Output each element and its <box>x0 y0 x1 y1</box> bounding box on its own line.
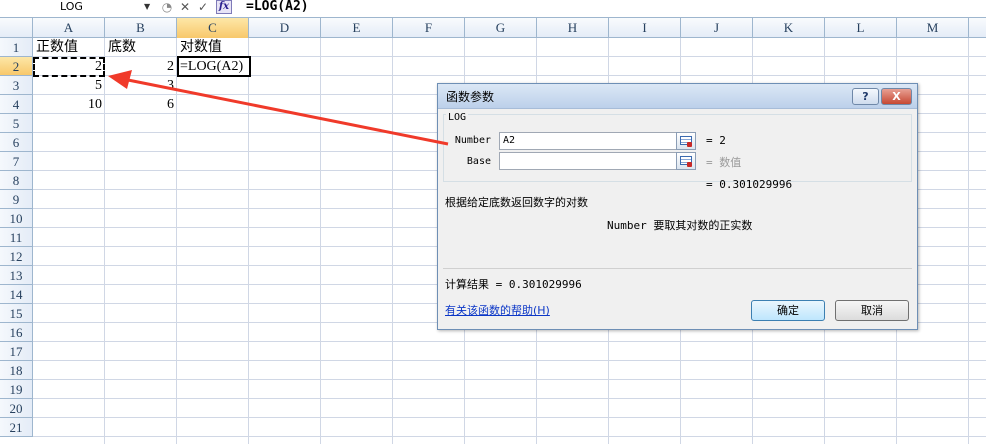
column-header-m[interactable]: M <box>897 18 969 38</box>
column-header-e[interactable]: E <box>321 18 393 38</box>
formula-result-preview: = 0.301029996 <box>706 178 793 191</box>
column-header-j[interactable]: J <box>681 18 753 38</box>
argument-description: Number 要取其对数的正实数 <box>607 219 753 232</box>
function-description: 根据给定底数返回数字的对数 <box>445 196 588 209</box>
row-header-16[interactable]: 16 <box>0 323 33 342</box>
row-header-15[interactable]: 15 <box>0 304 33 323</box>
row-header-2[interactable]: 2 <box>0 57 33 76</box>
number-arg-label: Number <box>454 135 491 146</box>
cell-a3[interactable]: 5 <box>33 76 105 95</box>
row-header-5[interactable]: 5 <box>0 114 33 133</box>
row-header-4[interactable]: 4 <box>0 95 33 114</box>
cell-b2[interactable]: 2 <box>105 57 177 76</box>
formula-bar-divider-icon: ◔ <box>161 0 173 14</box>
column-header-i[interactable]: I <box>609 18 681 38</box>
column-header-f[interactable]: F <box>393 18 465 38</box>
calculation-result: 计算结果 = 0.301029996 <box>445 278 582 291</box>
number-arg-input[interactable]: A2 <box>499 132 695 150</box>
column-header-g[interactable]: G <box>465 18 537 38</box>
cell-b4[interactable]: 6 <box>105 95 177 114</box>
row-header-20[interactable]: 20 <box>0 399 33 418</box>
function-arguments-dialog: 函数参数 ? X LOG Number A2 = 2 Base = 数值 = 0… <box>437 83 918 330</box>
dialog-title: 函数参数 <box>446 90 495 104</box>
number-arg-value: = 2 <box>706 134 726 147</box>
row-header-1[interactable]: 1 <box>0 38 33 57</box>
dialog-title-bar[interactable]: 函数参数 ? X <box>438 84 917 109</box>
dialog-divider <box>443 268 912 269</box>
cell-c1[interactable]: 对数值 <box>177 38 249 57</box>
row-header-13[interactable]: 13 <box>0 266 33 285</box>
cancel-entry-icon[interactable]: ✕ <box>178 0 192 15</box>
active-cell-border <box>177 56 251 77</box>
row-header-19[interactable]: 19 <box>0 380 33 399</box>
column-header-b[interactable]: B <box>105 18 177 38</box>
row-header-12[interactable]: 12 <box>0 247 33 266</box>
row-header-17[interactable]: 17 <box>0 342 33 361</box>
function-help-link[interactable]: 有关该函数的帮助(H) <box>445 302 550 318</box>
row-header-8[interactable]: 8 <box>0 171 33 190</box>
row-header-9[interactable]: 9 <box>0 190 33 209</box>
number-range-picker-icon[interactable] <box>676 132 696 150</box>
column-header-d[interactable]: D <box>249 18 321 38</box>
formula-input[interactable]: =LOG(A2) <box>246 0 309 14</box>
reference-marquee <box>33 57 105 77</box>
select-all-corner[interactable] <box>0 18 33 38</box>
cancel-button[interactable]: 取消 <box>835 300 909 321</box>
close-button[interactable]: X <box>881 88 912 105</box>
function-name-label: LOG <box>446 112 469 123</box>
row-header-11[interactable]: 11 <box>0 228 33 247</box>
row-header-6[interactable]: 6 <box>0 133 33 152</box>
cell-a1[interactable]: 正数值 <box>33 38 105 57</box>
base-range-picker-icon[interactable] <box>676 152 696 170</box>
cell-a4[interactable]: 10 <box>33 95 105 114</box>
insert-function-icon[interactable]: fx <box>216 0 232 14</box>
base-arg-label: Base <box>466 156 491 167</box>
name-box[interactable]: LOG <box>0 0 155 17</box>
row-header-3[interactable]: 3 <box>0 76 33 95</box>
row-header-7[interactable]: 7 <box>0 152 33 171</box>
row-header-18[interactable]: 18 <box>0 361 33 380</box>
row-header-10[interactable]: 10 <box>0 209 33 228</box>
column-headers: A B C D E F G H I J K L M <box>0 18 986 38</box>
ok-button[interactable]: 确定 <box>751 300 825 321</box>
column-header-k[interactable]: K <box>753 18 825 38</box>
formula-bar: LOG ▼ ◔ ✕ ✓ fx =LOG(A2) <box>0 0 986 18</box>
base-arg-input[interactable] <box>499 152 695 170</box>
row-header-21[interactable]: 21 <box>0 418 33 437</box>
column-header-a[interactable]: A <box>33 18 105 38</box>
enter-entry-icon[interactable]: ✓ <box>196 0 210 15</box>
base-arg-value: = 数值 <box>706 156 742 169</box>
column-header-h[interactable]: H <box>537 18 609 38</box>
column-header-c[interactable]: C <box>177 18 249 38</box>
column-header-l[interactable]: L <box>825 18 897 38</box>
help-button[interactable]: ? <box>852 88 879 105</box>
cell-b1[interactable]: 底数 <box>105 38 177 57</box>
cell-b3[interactable]: 3 <box>105 76 177 95</box>
name-box-dropdown-icon[interactable]: ▼ <box>144 2 150 11</box>
row-header-14[interactable]: 14 <box>0 285 33 304</box>
